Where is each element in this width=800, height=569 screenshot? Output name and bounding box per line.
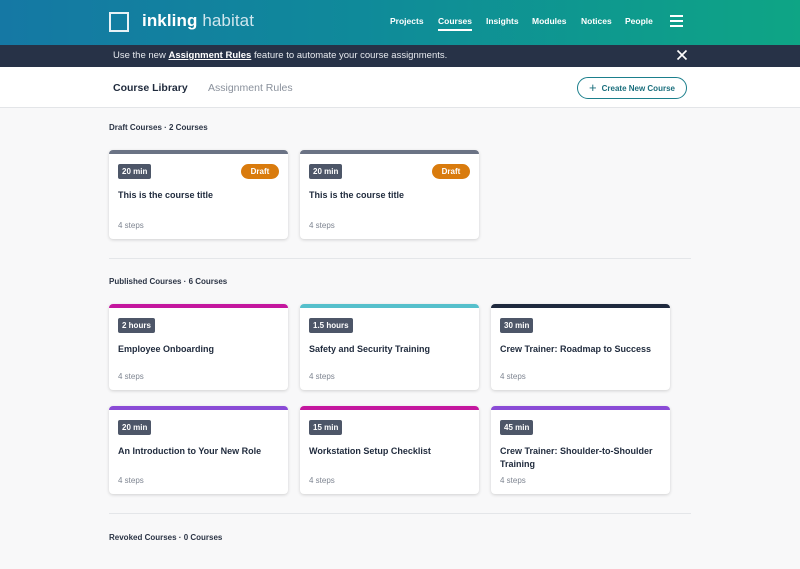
course-title: Employee Onboarding	[118, 344, 215, 354]
duration-badge: 2 hours	[118, 318, 155, 333]
banner-text: Use the new Assignment Rules feature to …	[113, 50, 447, 61]
course-title: This is the course title	[309, 190, 405, 200]
section-divider	[109, 513, 691, 514]
course-steps: 4 steps	[118, 372, 144, 381]
course-card[interactable]: 30 min Crew Trainer: Roadmap to Success …	[491, 304, 670, 390]
close-icon[interactable]	[676, 49, 688, 61]
course-steps: 4 steps	[309, 476, 335, 485]
card-color-bar	[109, 304, 288, 308]
banner-suffix: feature to automate your course assignme…	[251, 50, 448, 61]
tab-course-library[interactable]: Course Library	[113, 82, 188, 94]
course-title: Crew Trainer: Shoulder-to-Shoulder Train…	[500, 446, 653, 469]
course-steps: 4 steps	[500, 476, 526, 485]
draft-status-badge: Draft	[241, 164, 279, 179]
duration-badge: 20 min	[118, 420, 152, 435]
course-card[interactable]: 45 min Crew Trainer: Shoulder-to-Shoulde…	[491, 406, 670, 494]
tab-assignment-rules[interactable]: Assignment Rules	[208, 82, 293, 94]
logo-icon[interactable]	[109, 12, 129, 32]
nav-projects[interactable]: Projects	[390, 16, 424, 26]
plus-icon: +	[589, 80, 597, 95]
app-logo[interactable]: inkling habitat	[142, 11, 254, 31]
app-name-light: habitat	[202, 11, 255, 30]
banner-prefix: Use the new	[113, 50, 169, 61]
duration-badge: 20 min	[309, 164, 343, 179]
card-color-bar	[491, 406, 670, 410]
create-button-label: Create New Course	[601, 83, 675, 93]
nav-insights[interactable]: Insights	[486, 16, 519, 26]
card-color-bar	[491, 304, 670, 308]
duration-badge: 1.5 hours	[309, 318, 353, 333]
nav-notices[interactable]: Notices	[581, 16, 612, 26]
card-color-bar	[300, 150, 479, 154]
course-steps: 4 steps	[118, 476, 144, 485]
course-title: Workstation Setup Checklist	[309, 446, 431, 456]
section-divider	[109, 258, 691, 259]
duration-badge: 45 min	[500, 420, 534, 435]
course-card[interactable]: 1.5 hours Safety and Security Training 4…	[300, 304, 479, 390]
course-title: Crew Trainer: Roadmap to Success	[500, 344, 652, 354]
nav-modules[interactable]: Modules	[532, 16, 566, 26]
hamburger-icon[interactable]	[670, 15, 683, 27]
course-steps: 4 steps	[118, 221, 144, 230]
card-color-bar	[300, 304, 479, 308]
nav-courses[interactable]: Courses	[438, 16, 473, 31]
course-title: An Introduction to Your New Role	[118, 446, 262, 456]
card-color-bar	[109, 150, 288, 154]
assignment-rules-link[interactable]: Assignment Rules	[168, 50, 251, 61]
subheader: Course Library Assignment Rules + Create…	[0, 67, 800, 108]
duration-badge: 15 min	[309, 420, 343, 435]
nav-people[interactable]: People	[625, 16, 653, 26]
revoked-courses-heading: Revoked Courses · 0 Courses	[109, 533, 223, 542]
top-navigation-bar: inkling habitat Projects Courses Insight…	[0, 0, 800, 45]
create-new-course-button[interactable]: + Create New Course	[577, 77, 687, 99]
course-steps: 4 steps	[500, 372, 526, 381]
course-card[interactable]: 2 hours Employee Onboarding 4 steps	[109, 304, 288, 390]
draft-courses-heading: Draft Courses · 2 Courses	[109, 123, 208, 132]
course-steps: 4 steps	[309, 372, 335, 381]
app-name-bold: inkling	[142, 11, 198, 30]
card-color-bar	[300, 406, 479, 410]
duration-badge: 30 min	[500, 318, 534, 333]
card-color-bar	[109, 406, 288, 410]
course-card[interactable]: 20 min An Introduction to Your New Role …	[109, 406, 288, 494]
course-card[interactable]: 20 min Draft This is the course title 4 …	[109, 150, 288, 239]
course-card[interactable]: 15 min Workstation Setup Checklist 4 ste…	[300, 406, 479, 494]
course-steps: 4 steps	[309, 221, 335, 230]
draft-status-badge: Draft	[432, 164, 470, 179]
published-courses-heading: Published Courses · 6 Courses	[109, 277, 228, 286]
course-card[interactable]: 20 min Draft This is the course title 4 …	[300, 150, 479, 239]
course-title: This is the course title	[118, 190, 214, 200]
duration-badge: 20 min	[118, 164, 152, 179]
course-title: Safety and Security Training	[309, 344, 431, 354]
